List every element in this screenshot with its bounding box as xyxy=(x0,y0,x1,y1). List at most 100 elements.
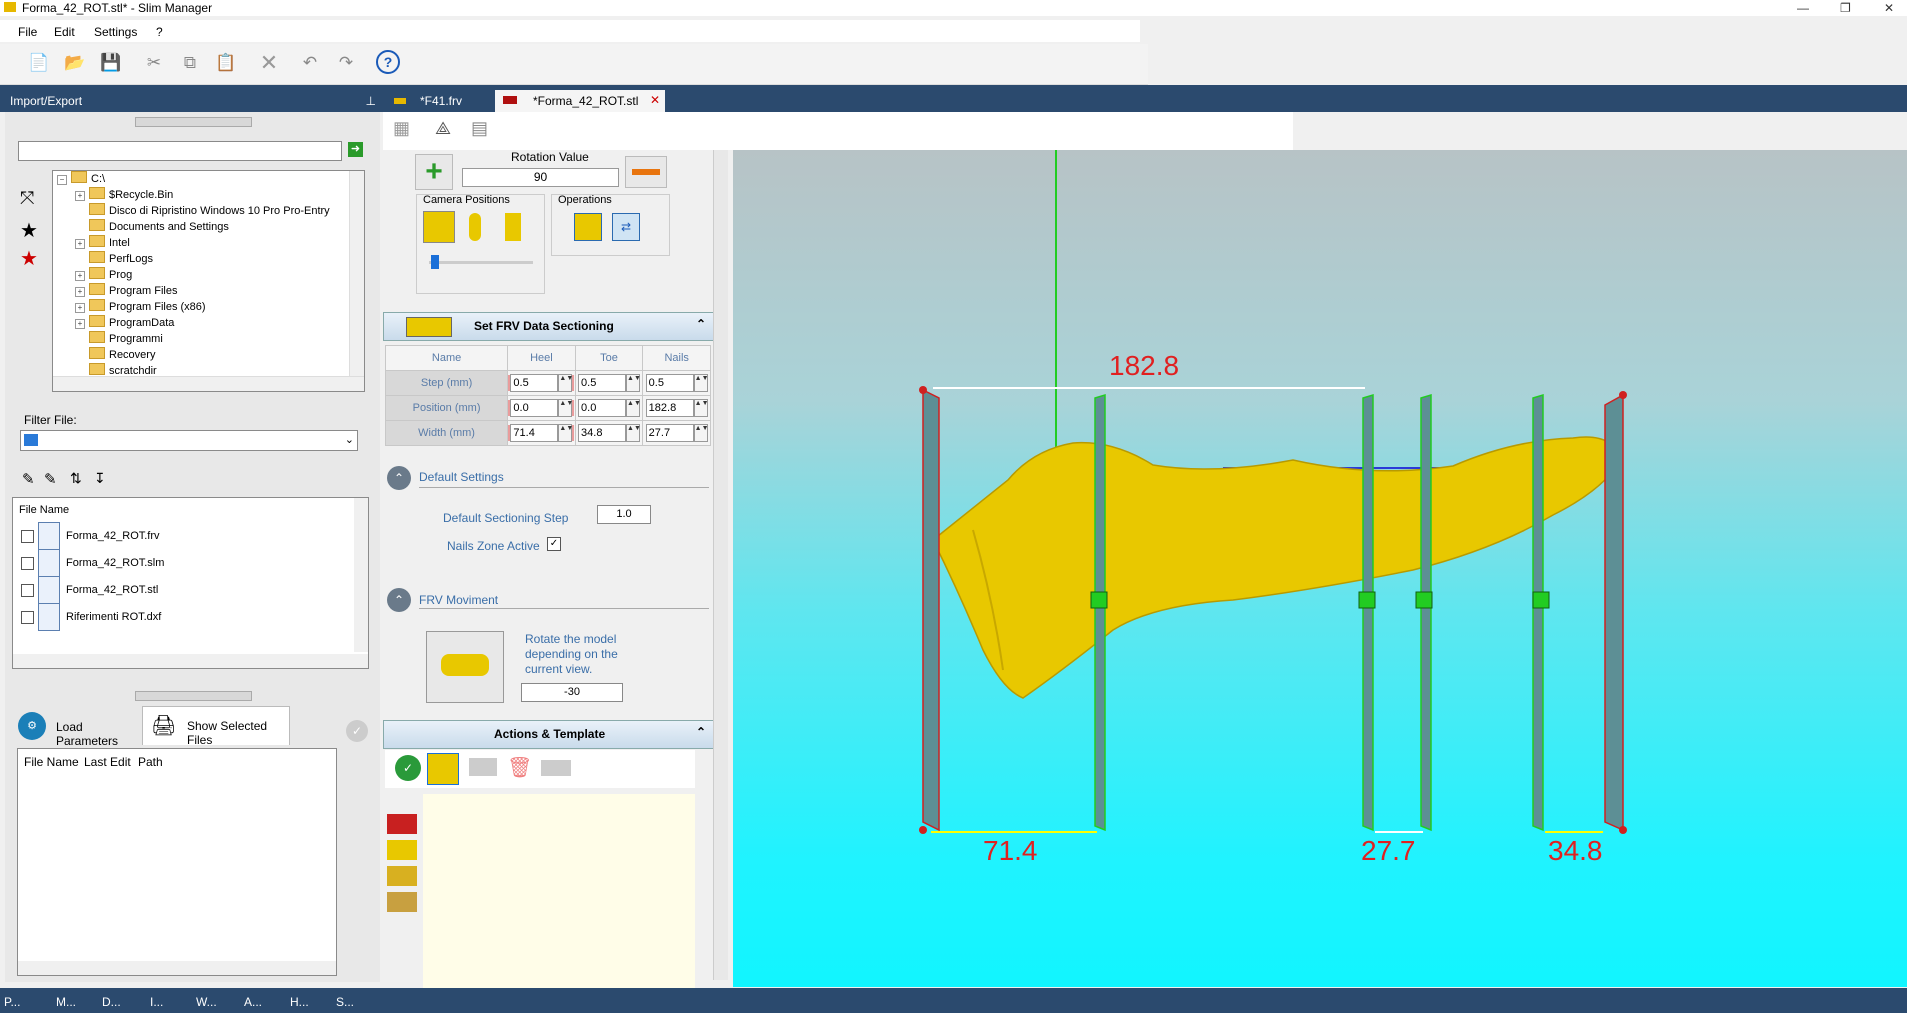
sort-az-icon[interactable]: ⇅ xyxy=(70,470,82,487)
maximize-button[interactable]: ❐ xyxy=(1840,0,1851,16)
minimize-button[interactable]: — xyxy=(1797,0,1809,16)
swap-op-icon[interactable]: ⇄ xyxy=(612,213,640,241)
template-yellow-icon[interactable] xyxy=(387,840,417,860)
tree-item[interactable]: + Program Files xyxy=(75,283,177,299)
position-toe-spin[interactable]: ▲▼ xyxy=(626,399,641,417)
tab-f41[interactable]: *F41.frv xyxy=(390,92,490,112)
step-nails-spin[interactable]: ▲▼ xyxy=(693,374,709,392)
step-toe-spin[interactable]: ▲▼ xyxy=(626,374,641,392)
files-hscroll[interactable] xyxy=(13,654,368,668)
help-icon[interactable]: ? xyxy=(376,50,400,74)
new-file-icon[interactable]: 📄 xyxy=(26,50,52,76)
tab-close-icon[interactable]: ✕ xyxy=(650,93,660,107)
collapse-handle-lower[interactable] xyxy=(135,691,252,701)
tree-item[interactable]: + Intel xyxy=(75,235,130,251)
collapse-handle[interactable] xyxy=(135,117,252,127)
add-rotation-button[interactable]: + xyxy=(415,154,453,190)
menu-file[interactable]: File xyxy=(18,22,37,42)
menu-help[interactable]: ? xyxy=(156,22,163,42)
menu-settings[interactable]: Settings xyxy=(94,22,137,42)
tree-hscroll[interactable] xyxy=(53,376,364,391)
file-row[interactable]: Riferimenti ROT.dxf xyxy=(13,601,161,633)
taskbar-item[interactable]: M... xyxy=(56,993,76,1011)
camera-slider-track[interactable] xyxy=(429,261,533,264)
tree-item[interactable]: + Prog xyxy=(75,267,132,283)
file-checkbox[interactable] xyxy=(21,583,34,597)
red-star-icon[interactable]: ★ xyxy=(20,246,38,271)
sections-view-icon[interactable]: ▤ xyxy=(471,118,488,139)
cut-icon[interactable]: ✂ xyxy=(141,50,167,76)
sort-list-icon[interactable]: ↧ xyxy=(94,470,106,487)
tree-expander-icon[interactable]: + xyxy=(75,239,85,249)
camera-side-icon[interactable] xyxy=(423,211,455,243)
menu-edit[interactable]: Edit xyxy=(54,22,75,42)
panel-vscroll[interactable] xyxy=(713,150,728,980)
file-checkbox[interactable] xyxy=(21,610,34,624)
subtract-rotation-button[interactable] xyxy=(625,156,667,188)
tree-item[interactable]: Disco di Ripristino Windows 10 Pro Pro-E… xyxy=(75,203,330,219)
width-nails-spin[interactable]: ▲▼ xyxy=(693,424,709,442)
filter-dropdown[interactable]: ⌄ xyxy=(20,430,358,451)
position-heel-input[interactable]: 0.0 xyxy=(510,399,559,417)
actions-header[interactable]: Actions & Template ⌃ xyxy=(383,720,715,749)
taskbar-item[interactable]: W... xyxy=(196,993,217,1011)
tree-item[interactable]: Documents and Settings xyxy=(75,219,229,235)
compress-icon[interactable]: ⤧ xyxy=(20,188,34,209)
template-sections-icon[interactable] xyxy=(387,866,417,886)
tree-item[interactable]: + $Recycle.Bin xyxy=(75,187,173,203)
position-heel-spin[interactable]: ▲▼ xyxy=(558,399,573,417)
nails-zone-checkbox[interactable]: ✓ xyxy=(547,537,561,551)
tree-item[interactable]: + ProgramData xyxy=(75,315,174,331)
width-heel-spin[interactable]: ▲▼ xyxy=(558,424,573,442)
tree-item[interactable]: Recovery xyxy=(75,347,155,363)
tree-item[interactable]: PerfLogs xyxy=(75,251,153,267)
axes-icon[interactable]: ⟁ xyxy=(435,118,451,139)
position-nails-spin[interactable]: ▲▼ xyxy=(693,399,709,417)
rotation-value-input[interactable]: 90 xyxy=(462,168,619,187)
width-toe-input[interactable]: 34.8 xyxy=(578,424,627,442)
save-icon[interactable]: 💾 xyxy=(98,50,124,76)
pin-icon[interactable]: ⊥ xyxy=(366,92,376,110)
camera-top-icon[interactable] xyxy=(505,213,521,241)
tree-item[interactable]: − C:\ xyxy=(57,171,105,187)
taskbar-item[interactable]: S... xyxy=(336,993,354,1011)
close-button[interactable]: ✕ xyxy=(1884,0,1894,16)
default-settings-toggle[interactable]: ⌃ xyxy=(387,466,411,490)
step-toe-input[interactable]: 0.5 xyxy=(578,374,627,392)
shoe-outline-icon[interactable] xyxy=(541,760,571,776)
step-heel-spin[interactable]: ▲▼ xyxy=(558,374,573,392)
file-checkbox[interactable] xyxy=(21,529,34,543)
template-grid-icon[interactable] xyxy=(387,892,417,912)
width-toe-spin[interactable]: ▲▼ xyxy=(626,424,641,442)
files-vscroll[interactable] xyxy=(354,498,368,652)
selected-hscroll[interactable] xyxy=(18,961,336,975)
path-input[interactable] xyxy=(18,141,342,161)
redo-icon[interactable]: ↷ xyxy=(333,50,359,76)
shoe-action-icon[interactable] xyxy=(427,753,459,785)
tree-item[interactable]: Programmi xyxy=(75,331,163,347)
viewport-3d[interactable]: 182.8 71.4 27.7 34.8 xyxy=(733,150,1907,987)
tab-forma42[interactable]: *Forma_42_ROT.stl ✕ xyxy=(495,90,665,112)
file-checkbox[interactable] xyxy=(21,556,34,570)
confirm-disabled-icon[interactable]: ✓ xyxy=(346,720,368,742)
rotate-angle-input[interactable]: -30 xyxy=(521,683,623,702)
tree-expander-icon[interactable]: − xyxy=(57,175,67,185)
edit-icon[interactable]: ✎ xyxy=(22,470,35,488)
undo-icon[interactable]: ↶ xyxy=(297,50,323,76)
rotate-model-button[interactable] xyxy=(426,631,504,703)
camera-front-icon[interactable] xyxy=(469,213,481,241)
tree-expander-icon[interactable]: + xyxy=(75,191,85,201)
template-red-icon[interactable] xyxy=(387,814,417,834)
go-arrow-icon[interactable]: ➜ xyxy=(348,142,363,157)
taskbar-item[interactable]: H... xyxy=(290,993,309,1011)
tree-expander-icon[interactable]: + xyxy=(75,287,85,297)
load-parameters-tab[interactable]: ⚙ Load Parameters xyxy=(16,708,140,748)
show-selected-files-tab[interactable]: 🖨 Show Selected Files xyxy=(142,706,290,747)
camera-slider-thumb[interactable] xyxy=(431,255,439,269)
delete-icon[interactable]: ✕ xyxy=(256,50,282,76)
position-nails-input[interactable]: 182.8 xyxy=(645,399,694,417)
paste-icon[interactable]: 📋 xyxy=(213,50,239,76)
copy-icon[interactable]: ⧉ xyxy=(177,50,203,76)
tree-expander-icon[interactable]: + xyxy=(75,303,85,313)
taskbar-item[interactable]: D... xyxy=(102,993,121,1011)
